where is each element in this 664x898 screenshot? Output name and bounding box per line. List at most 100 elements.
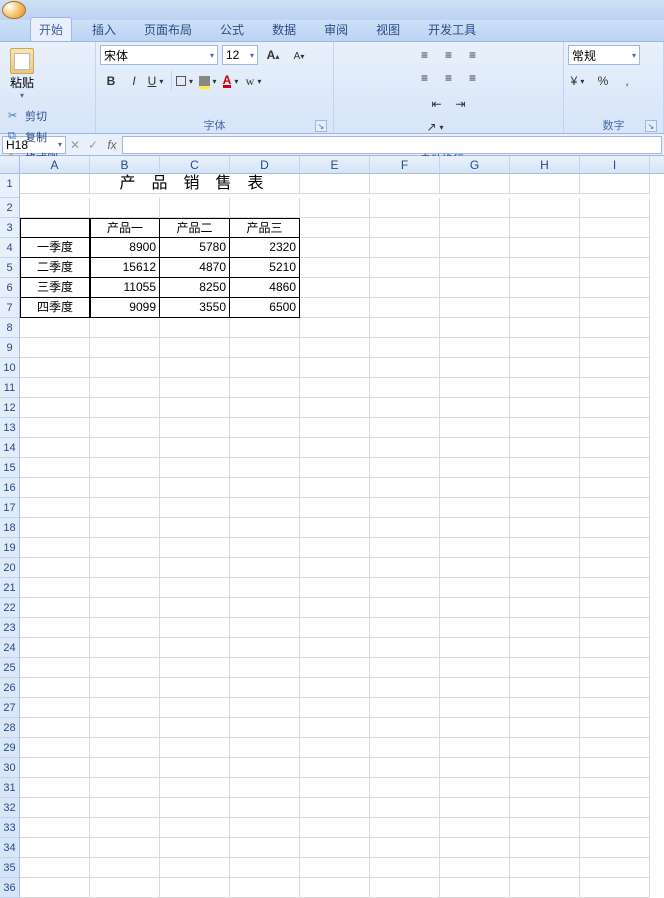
select-all-corner[interactable] <box>0 156 20 173</box>
cell[interactable] <box>580 698 650 718</box>
cell[interactable] <box>230 538 300 558</box>
cell[interactable] <box>90 818 160 838</box>
cell[interactable] <box>510 258 580 278</box>
cell[interactable] <box>230 418 300 438</box>
cell[interactable] <box>510 698 580 718</box>
cell[interactable] <box>90 418 160 438</box>
cell[interactable] <box>440 818 510 838</box>
cell[interactable] <box>370 378 440 398</box>
cell[interactable] <box>580 174 650 194</box>
cell[interactable] <box>230 798 300 818</box>
cell[interactable]: 4860 <box>230 278 300 298</box>
row-header[interactable]: 36 <box>0 878 19 898</box>
italic-button[interactable]: I <box>123 71 145 91</box>
cell[interactable] <box>90 638 160 658</box>
cell[interactable] <box>440 278 510 298</box>
cell[interactable] <box>300 578 370 598</box>
cell[interactable] <box>580 818 650 838</box>
cell[interactable] <box>440 498 510 518</box>
cell[interactable] <box>300 798 370 818</box>
cell[interactable] <box>510 478 580 498</box>
cell[interactable] <box>300 738 370 758</box>
cell[interactable] <box>90 878 160 898</box>
cell[interactable] <box>510 438 580 458</box>
cell[interactable] <box>440 458 510 478</box>
cell[interactable] <box>20 218 90 238</box>
cell[interactable] <box>370 718 440 738</box>
row-header[interactable]: 14 <box>0 438 19 458</box>
cell[interactable] <box>510 618 580 638</box>
cell[interactable] <box>370 638 440 658</box>
cell[interactable] <box>160 538 230 558</box>
tab-6[interactable]: 视图 <box>368 18 408 41</box>
cell[interactable] <box>580 318 650 338</box>
row-header[interactable]: 6 <box>0 278 19 298</box>
cell[interactable] <box>440 598 510 618</box>
cell[interactable] <box>230 458 300 478</box>
column-header[interactable]: A <box>20 156 90 173</box>
cell[interactable] <box>370 578 440 598</box>
column-header[interactable]: E <box>300 156 370 173</box>
bold-button[interactable]: B <box>100 71 122 91</box>
cell[interactable] <box>230 318 300 338</box>
cell[interactable] <box>440 258 510 278</box>
column-header[interactable]: C <box>160 156 230 173</box>
percent-button[interactable] <box>592 71 614 91</box>
cell[interactable] <box>440 658 510 678</box>
cell[interactable] <box>20 398 90 418</box>
cell[interactable] <box>230 498 300 518</box>
cell[interactable] <box>300 518 370 538</box>
cell[interactable] <box>300 838 370 858</box>
row-header[interactable]: 29 <box>0 738 19 758</box>
cell[interactable] <box>580 338 650 358</box>
cell[interactable] <box>230 518 300 538</box>
cell[interactable] <box>370 278 440 298</box>
cell[interactable] <box>580 878 650 898</box>
cell[interactable]: 8250 <box>160 278 230 298</box>
tab-4[interactable]: 数据 <box>264 18 304 41</box>
cell[interactable] <box>20 778 90 798</box>
cell[interactable] <box>510 458 580 478</box>
cell[interactable] <box>370 498 440 518</box>
cell[interactable] <box>90 838 160 858</box>
row-header[interactable]: 30 <box>0 758 19 778</box>
cell[interactable] <box>160 418 230 438</box>
cell[interactable] <box>370 758 440 778</box>
cell[interactable] <box>230 878 300 898</box>
cell[interactable] <box>580 738 650 758</box>
row-header[interactable]: 7 <box>0 298 19 318</box>
cell[interactable] <box>90 438 160 458</box>
row-header[interactable]: 16 <box>0 478 19 498</box>
cell[interactable] <box>370 338 440 358</box>
cell[interactable] <box>580 298 650 318</box>
cell[interactable] <box>90 618 160 638</box>
cell[interactable] <box>510 218 580 238</box>
cell[interactable] <box>20 198 90 218</box>
cell[interactable] <box>440 878 510 898</box>
cell[interactable] <box>510 298 580 318</box>
cell[interactable]: 二季度 <box>20 258 90 278</box>
cell[interactable]: 产品一 <box>90 218 160 238</box>
fill-color-button[interactable]: ▾ <box>198 71 220 91</box>
cell[interactable] <box>160 718 230 738</box>
cell[interactable] <box>300 358 370 378</box>
cell[interactable] <box>370 318 440 338</box>
align-center-button[interactable] <box>438 68 460 88</box>
cell[interactable] <box>230 778 300 798</box>
cell[interactable] <box>440 838 510 858</box>
cell[interactable] <box>510 878 580 898</box>
cell[interactable] <box>90 738 160 758</box>
cell[interactable] <box>580 358 650 378</box>
row-header[interactable]: 27 <box>0 698 19 718</box>
cell[interactable] <box>510 598 580 618</box>
cell[interactable] <box>20 578 90 598</box>
cell[interactable] <box>160 878 230 898</box>
cell[interactable] <box>440 698 510 718</box>
cell[interactable] <box>230 818 300 838</box>
cell[interactable] <box>580 718 650 738</box>
cell[interactable] <box>90 378 160 398</box>
cell[interactable]: 产品二 <box>160 218 230 238</box>
office-button[interactable] <box>2 1 26 19</box>
cell[interactable] <box>510 538 580 558</box>
row-header[interactable]: 33 <box>0 818 19 838</box>
